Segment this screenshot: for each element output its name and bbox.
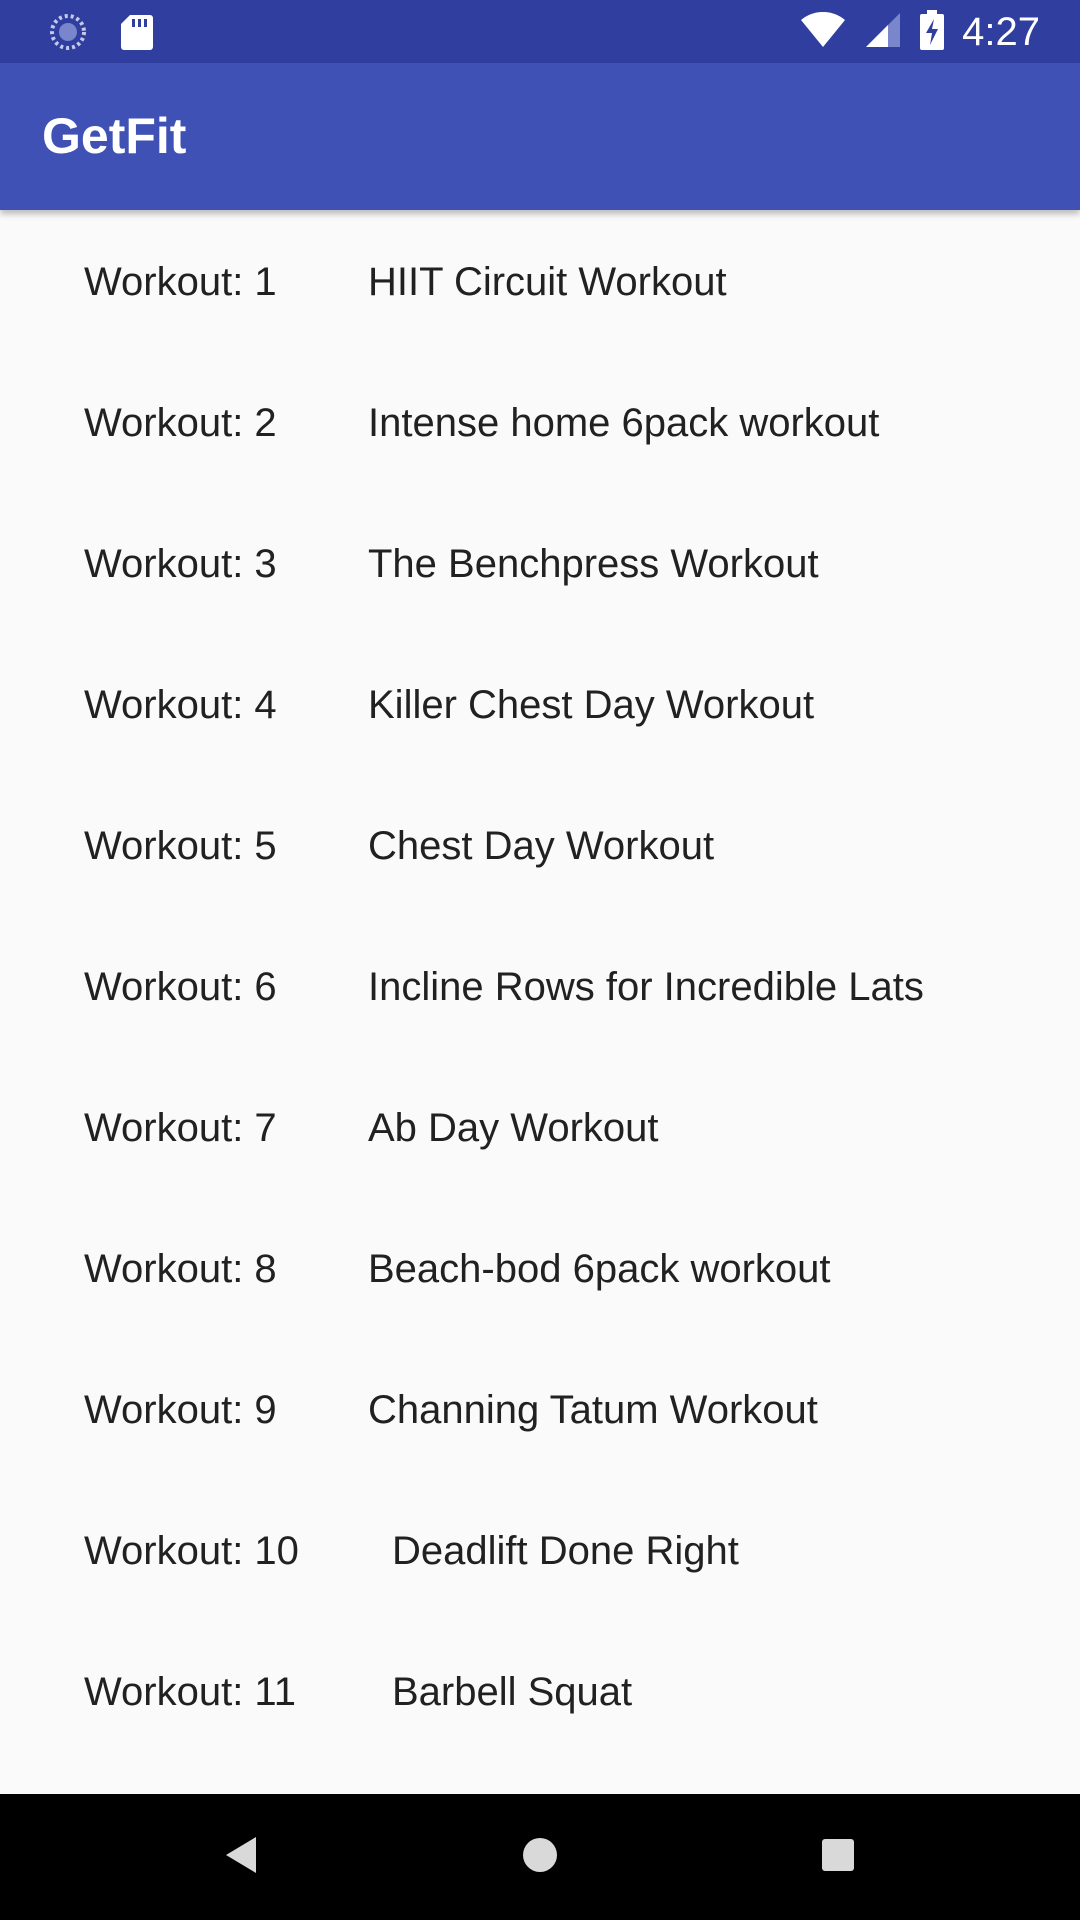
list-item[interactable]: Workout: 2 Intense home 6pack workout [0, 351, 1080, 492]
workout-number: Workout: 6 [84, 965, 277, 1009]
workout-number: Workout: 9 [84, 1388, 277, 1432]
app-bar: GetFit [0, 63, 1080, 210]
workout-title: Barbell Squat [392, 1670, 633, 1714]
sync-icon [48, 12, 88, 57]
workout-title: Killer Chest Day Workout [368, 683, 815, 727]
list-item[interactable]: Workout: 10 Deadlift Done Right [0, 1479, 1080, 1620]
workout-title: Ab Day Workout [368, 1106, 659, 1150]
recents-icon [821, 1838, 855, 1877]
workout-title: Intense home 6pack workout [368, 401, 880, 445]
back-button[interactable] [213, 1829, 269, 1885]
list-item[interactable]: Workout: 9 Channing Tatum Workout [0, 1338, 1080, 1479]
status-clock: 4:27 [962, 9, 1040, 54]
workout-number: Workout: 2 [84, 401, 277, 445]
list-item[interactable]: Workout: 6 Incline Rows for Incredible L… [0, 915, 1080, 1056]
navigation-bar [0, 1794, 1080, 1920]
list-item[interactable]: Workout: 1 HIIT Circuit Workout [0, 210, 1080, 351]
workout-title: Chest Day Workout [368, 824, 715, 868]
home-icon [522, 1837, 558, 1878]
list-item[interactable]: Workout: 8 Beach-bod 6pack workout [0, 1197, 1080, 1338]
workout-number: Workout: 10 [84, 1529, 299, 1573]
list-item[interactable]: Workout: 4 Killer Chest Day Workout [0, 633, 1080, 774]
signal-icon [864, 11, 902, 54]
workout-title: Deadlift Done Right [392, 1529, 739, 1573]
back-icon [224, 1835, 258, 1880]
workout-number: Workout: 3 [84, 542, 277, 586]
workout-list: Workout: 1 HIIT Circuit Workout Workout:… [0, 210, 1080, 1794]
workout-title: Beach-bod 6pack workout [368, 1247, 831, 1291]
workout-title: HIIT Circuit Workout [368, 260, 727, 304]
workout-number: Workout: 7 [84, 1106, 277, 1150]
workout-title: Channing Tatum Workout [368, 1388, 818, 1432]
recents-button[interactable] [810, 1829, 866, 1885]
home-button[interactable] [512, 1829, 568, 1885]
workout-number: Workout: 1 [84, 260, 277, 304]
status-bar: 4:27 [0, 0, 1080, 63]
list-item[interactable]: Workout: 3 The Benchpress Workout [0, 492, 1080, 633]
workout-number: Workout: 5 [84, 824, 277, 868]
app-title: GetFit [42, 108, 187, 164]
workout-title: The Benchpress Workout [368, 542, 819, 586]
list-item[interactable]: Workout: 7 Ab Day Workout [0, 1056, 1080, 1197]
workout-number: Workout: 8 [84, 1247, 277, 1291]
battery-charging-icon [920, 9, 945, 55]
list-item[interactable]: Workout: 5 Chest Day Workout [0, 774, 1080, 915]
workout-number: Workout: 11 [84, 1670, 296, 1714]
list-item[interactable]: Workout: 11 Barbell Squat [0, 1620, 1080, 1761]
workout-number: Workout: 4 [84, 683, 277, 727]
workout-title: Incline Rows for Incredible Lats [368, 965, 924, 1009]
sd-card-icon [120, 13, 154, 56]
wifi-icon [800, 11, 846, 53]
